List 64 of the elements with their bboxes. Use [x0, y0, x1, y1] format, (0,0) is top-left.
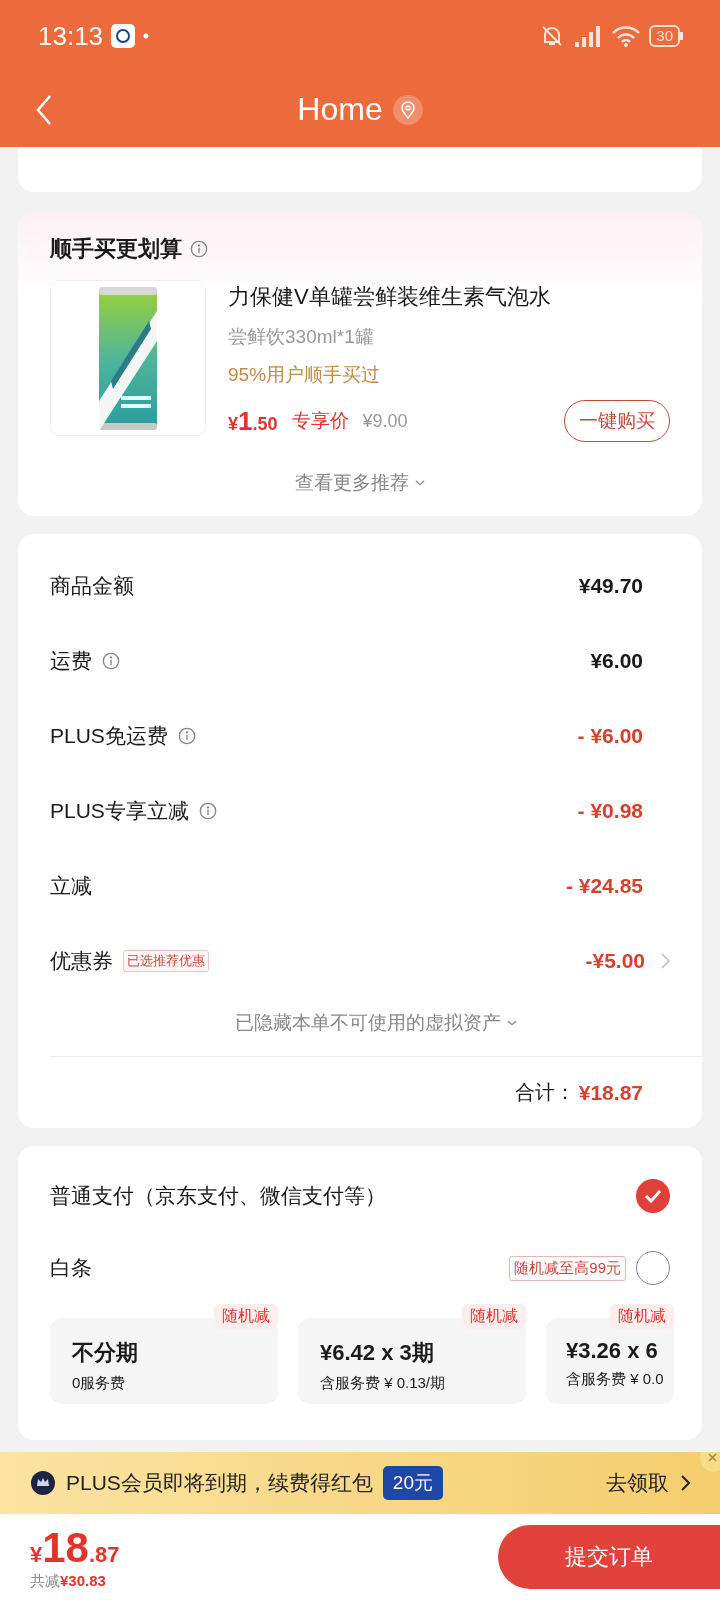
installment-title: ¥3.26 x 6 — [566, 1338, 659, 1364]
info-icon[interactable] — [198, 801, 217, 820]
app-icon — [111, 24, 136, 48]
section-title: 顺手买更划算 — [50, 235, 182, 263]
installment-fee: 0服务费 — [72, 1374, 127, 1393]
installment-title: 不分期 — [72, 1339, 139, 1367]
check-icon — [644, 1189, 662, 1203]
total-value: ¥18.87 — [578, 1080, 643, 1105]
plus-banner[interactable]: PLUS会员即将到期，续费得红包 20元 去领取 — [0, 1452, 720, 1514]
total-label: 合计： — [514, 1080, 575, 1105]
banner-text: PLUS会员即将到期，续费得红包 — [66, 1470, 373, 1496]
original-price: ¥9.00 — [362, 410, 409, 432]
coupon-tag: 已选推荐优惠 — [123, 949, 209, 972]
installment-fee: 含服务费 ¥ 0.0 — [566, 1370, 665, 1389]
battery-tip-icon — [680, 32, 684, 40]
info-icon[interactable] — [190, 240, 208, 258]
product-spec: 尝鲜饮330ml*1罐 — [228, 325, 375, 349]
row-value: - ¥24.85 — [565, 873, 643, 898]
total-price: ¥18.87 — [30, 1523, 121, 1572]
row-value: - ¥0.98 — [577, 798, 643, 823]
payment-option[interactable]: 白条 — [50, 1254, 500, 1282]
battery-level: 30 — [649, 25, 680, 47]
row-label: PLUS免运费 — [50, 722, 168, 749]
status-time: 13:13 — [38, 20, 104, 52]
submit-order-button[interactable]: 提交订单 — [498, 1525, 720, 1589]
chevron-right-icon — [681, 1475, 690, 1491]
buy-button[interactable]: 一键购买 — [564, 400, 670, 442]
row-label: 立减 — [50, 872, 92, 899]
installment-title: ¥6.42 x 3期 — [320, 1339, 435, 1367]
row-label: 商品金额 — [50, 572, 134, 599]
row-label: 优惠券 — [50, 947, 113, 974]
info-icon[interactable] — [177, 726, 196, 745]
payment-option[interactable]: 普通支付（京东支付、微信支付等） — [50, 1182, 626, 1210]
hidden-assets-note[interactable]: 已隐藏本单不可使用的虚拟资产 — [235, 1010, 501, 1036]
discount-badge: 随机减 — [214, 1304, 278, 1329]
savings-text: 共减¥30.83 — [30, 1571, 107, 1591]
chevron-right-icon[interactable] — [661, 952, 670, 969]
row-label: PLUS专享立减 — [50, 797, 189, 824]
discount-badge: 随机减 — [610, 1304, 674, 1329]
chevron-down-icon — [507, 1019, 517, 1027]
row-value: ¥49.70 — [578, 573, 643, 598]
social-proof: 95%用户顺手买过 — [228, 363, 382, 387]
row-value: ¥6.00 — [590, 648, 643, 673]
row-value: -¥5.00 — [585, 948, 645, 973]
installment-fee: 含服务费 ¥ 0.13/期 — [320, 1374, 447, 1393]
row-value: - ¥6.00 — [577, 723, 643, 748]
location-pin-icon[interactable] — [392, 94, 423, 125]
chevron-down-icon — [415, 479, 425, 487]
product-price: ¥1.50 — [228, 405, 278, 437]
back-icon[interactable] — [36, 94, 52, 126]
product-name: 力保健V单罐尝鲜装维生素气泡水 — [228, 283, 552, 311]
radio-button[interactable] — [636, 1179, 670, 1213]
dot-icon — [143, 33, 150, 39]
reward-badge: 20元 — [382, 1466, 443, 1500]
claim-link[interactable]: 去领取 — [606, 1469, 669, 1497]
info-icon[interactable] — [102, 651, 120, 670]
promo-tag: 随机减至高99元 — [509, 1255, 626, 1281]
wifi-icon — [611, 24, 642, 48]
discount-badge: 随机减 — [462, 1304, 526, 1329]
row-label: 运费 — [50, 647, 92, 674]
page-title: Home — [297, 91, 383, 128]
price-label: 专享价 — [291, 409, 349, 433]
crown-icon — [30, 1470, 56, 1496]
more-link[interactable]: 查看更多推荐 — [295, 470, 409, 496]
